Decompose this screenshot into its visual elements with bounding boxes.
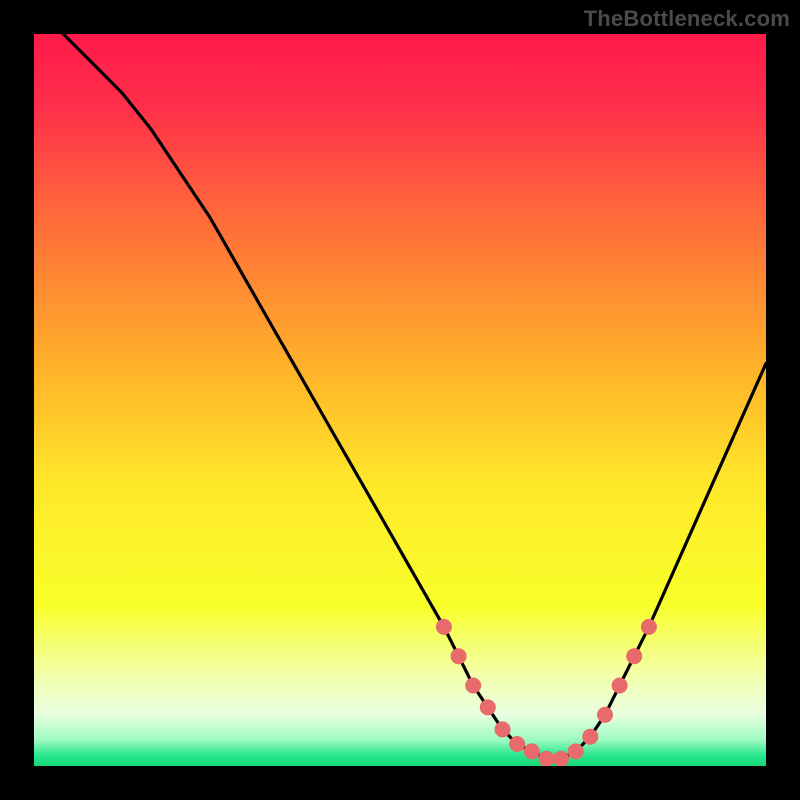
curve-marker (597, 707, 613, 723)
plot-area (34, 34, 766, 766)
curve-marker (568, 743, 584, 759)
watermark-label: TheBottleneck.com (584, 6, 790, 32)
curve-marker (641, 619, 657, 635)
curve-marker (436, 619, 452, 635)
curve-marker (509, 736, 525, 752)
chart-frame: TheBottleneck.com (0, 0, 800, 800)
curve-marker (524, 743, 540, 759)
curve-marker (465, 678, 481, 694)
chart-svg (34, 34, 766, 766)
curve-marker (626, 648, 642, 664)
curve-marker (612, 678, 628, 694)
curve-marker (582, 729, 598, 745)
curve-marker (495, 721, 511, 737)
curve-marker (480, 699, 496, 715)
curve-marker (538, 751, 554, 766)
curve-marker (451, 648, 467, 664)
bottleneck-curve (63, 34, 766, 759)
curve-marker (553, 751, 569, 766)
